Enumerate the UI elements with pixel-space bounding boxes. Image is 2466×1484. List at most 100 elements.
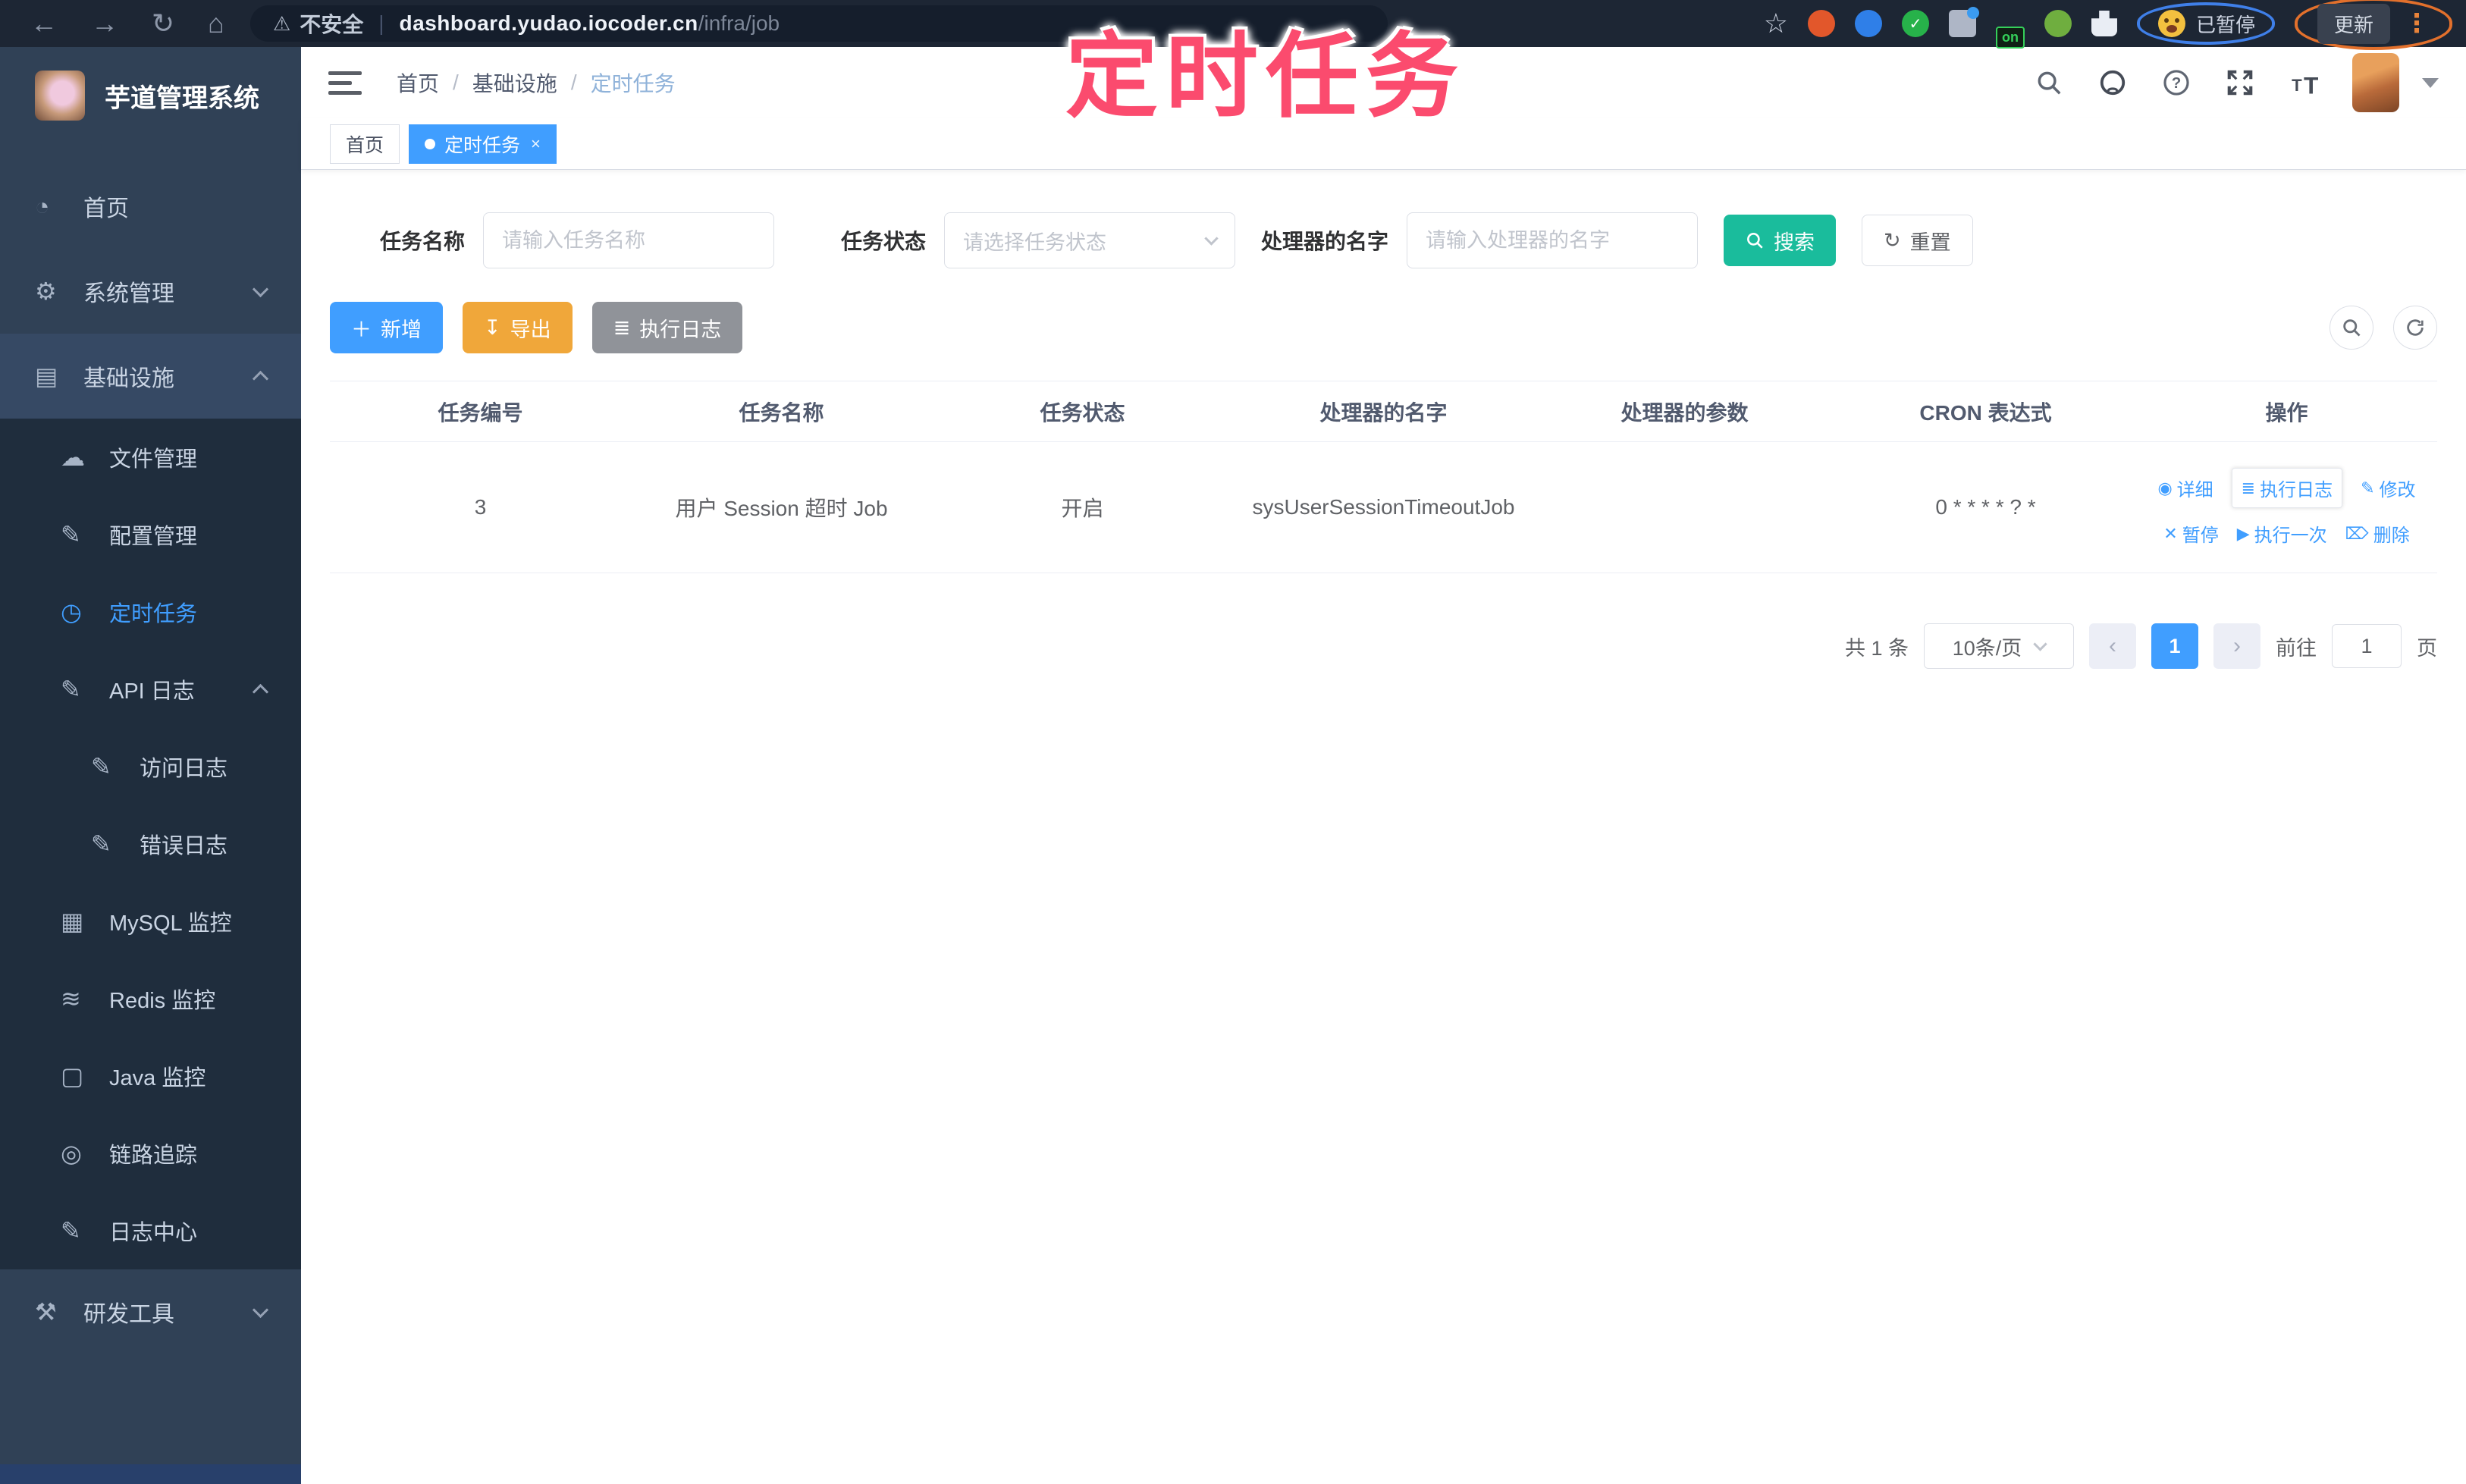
page-size-select[interactable]: 10条/页 xyxy=(1924,623,2074,669)
browser-chrome: ← → ↻ ⌂ ⚠ 不安全 | dashboard.yudao.iocoder.… xyxy=(0,0,2466,50)
caret-down-icon[interactable] xyxy=(2422,77,2439,88)
edit-link-label: 修改 xyxy=(2379,480,2416,500)
search-icon xyxy=(1747,233,1763,249)
export-button-label: 导出 xyxy=(510,318,551,341)
cell-handler-param xyxy=(1534,441,1835,573)
bookmark-star-icon[interactable]: ☆ xyxy=(1764,8,1788,39)
search-button[interactable]: 搜索 xyxy=(1724,215,1837,266)
extension-icon-orange[interactable] xyxy=(1807,10,1835,37)
sidebar-item-dev-tools[interactable]: ⚒ 研发工具 xyxy=(0,1269,301,1354)
pause-link[interactable]: ✕ 暂停 xyxy=(2163,520,2218,547)
col-handler-param: 处理器的参数 xyxy=(1534,381,1835,442)
browser-forward-icon[interactable]: → xyxy=(91,10,118,37)
add-button[interactable]: ＋ 新增 xyxy=(330,302,443,353)
profile-paused-group[interactable]: 已暂停 xyxy=(2136,2,2275,45)
security-label[interactable]: 不安全 xyxy=(300,8,363,39)
fullscreen-icon[interactable] xyxy=(2225,67,2255,98)
extension-icon-blue[interactable] xyxy=(1854,10,1882,37)
browser-back-icon[interactable]: ← xyxy=(30,10,58,37)
eye-icon: ◉ xyxy=(2157,478,2173,497)
detail-link[interactable]: ◉ 详细 xyxy=(2157,475,2213,501)
extension-on-badge[interactable]: on xyxy=(1995,26,2025,49)
reset-button[interactable]: ↻ 重置 xyxy=(1862,215,1973,266)
terminal-icon: ▢ xyxy=(61,1062,84,1090)
search-icon[interactable] xyxy=(2034,67,2064,98)
sidebar-item-log-center[interactable]: ✎ 日志中心 xyxy=(0,1192,301,1269)
prev-page-button[interactable]: ‹ xyxy=(2089,623,2136,669)
content-area: 任务名称 任务状态 请选择任务状态 处理器的名字 搜索 ↻ 重置 xyxy=(301,170,2466,669)
help-icon[interactable]: ? xyxy=(2161,67,2191,98)
sidebar-collapse-icon[interactable] xyxy=(328,71,362,95)
sidebar-item-label: Redis 监控 xyxy=(109,989,216,1013)
job-log-button[interactable]: ≣ 执行日志 xyxy=(591,302,743,353)
sidebar-item-system[interactable]: ⚙ 系统管理 xyxy=(0,249,301,334)
next-page-button[interactable]: › xyxy=(2213,623,2260,669)
sidebar-item-api-log[interactable]: ✎ API 日志 xyxy=(0,651,301,728)
cell-cron: 0 * * * * ? * xyxy=(1835,441,2136,573)
extension-icon-green[interactable]: ✓ xyxy=(1901,10,1929,37)
job-log-link[interactable]: ≣ 执行日志 xyxy=(2231,468,2343,508)
export-button[interactable]: ↧ 导出 xyxy=(463,302,573,353)
user-avatar[interactable] xyxy=(2352,53,2399,112)
extensions-puzzle-icon[interactable] xyxy=(2091,11,2117,36)
update-button[interactable]: 更新 xyxy=(2317,3,2390,44)
col-actions: 操作 xyxy=(2136,381,2437,442)
browser-menu-icon[interactable]: ⋮ xyxy=(2404,8,2430,39)
edit-icon: ✎ xyxy=(2361,478,2375,497)
font-size-icon[interactable]: T T xyxy=(2289,67,2319,98)
search-button-label: 搜索 xyxy=(1774,231,1815,254)
app-logo[interactable]: 芋道管理系统 xyxy=(0,47,301,144)
job-name-input[interactable] xyxy=(483,212,775,268)
list-icon: ≣ xyxy=(613,315,631,339)
sidebar-item-java-monitor[interactable]: ▢ Java 监控 xyxy=(0,1037,301,1115)
address-bar[interactable]: ⚠ 不安全 | dashboard.yudao.iocoder.cn /infr… xyxy=(249,5,1388,42)
tab-scheduled-job[interactable]: 定时任务 × xyxy=(409,124,557,164)
tab-home[interactable]: 首页 xyxy=(330,124,400,164)
pagination: 共 1 条 10条/页 ‹ 1 › 前往 页 xyxy=(330,623,2437,669)
cell-job-status: 开启 xyxy=(932,441,1233,573)
browser-home-icon[interactable]: ⌂ xyxy=(208,10,224,37)
goto-label: 前往 xyxy=(2276,636,2317,660)
breadcrumb-infra[interactable]: 基础设施 xyxy=(472,67,557,98)
job-status-label: 任务状态 xyxy=(841,230,927,253)
active-dot-icon xyxy=(425,138,436,149)
col-job-id: 任务编号 xyxy=(330,381,631,442)
chevron-down-icon xyxy=(2033,637,2047,651)
edit-link[interactable]: ✎ 修改 xyxy=(2361,475,2415,501)
extension-icon-leaf[interactable] xyxy=(2044,10,2072,37)
refresh-button[interactable] xyxy=(2393,306,2437,350)
download-icon: ↧ xyxy=(484,315,501,339)
sidebar-item-label: 日志中心 xyxy=(109,1221,198,1245)
run-once-link[interactable]: ▶ 执行一次 xyxy=(2237,520,2327,547)
sidebar-item-config-manage[interactable]: ✎ 配置管理 xyxy=(0,496,301,573)
tab-label: 首页 xyxy=(346,134,384,156)
sidebar-item-infra[interactable]: ▤ 基础设施 xyxy=(0,334,301,419)
sidebar-item-mysql-monitor[interactable]: ▦ MySQL 监控 xyxy=(0,883,301,960)
github-icon[interactable] xyxy=(2097,67,2128,98)
update-group: 更新 ⋮ xyxy=(2294,0,2452,50)
browser-reload-icon[interactable]: ↻ xyxy=(152,10,174,37)
sidebar-item-label: 研发工具 xyxy=(83,1302,174,1327)
page-1-button[interactable]: 1 xyxy=(2151,623,2198,669)
play-icon: ▶ xyxy=(2236,523,2250,543)
sidebar-item-home[interactable]: ◔ 首页 xyxy=(0,164,301,249)
sidebar-item-scheduled-job[interactable]: ◷ 定时任务 xyxy=(0,573,301,651)
toggle-search-button[interactable] xyxy=(2330,306,2373,350)
sidebar-item-access-log[interactable]: ✎ 访问日志 xyxy=(0,728,301,805)
chevron-down-icon xyxy=(252,1301,269,1318)
breadcrumb-home[interactable]: 首页 xyxy=(397,67,439,98)
total-count: 共 1 条 xyxy=(1844,636,1909,660)
handler-name-input[interactable] xyxy=(1407,212,1699,268)
delete-link[interactable]: ⌦ 删除 xyxy=(2345,520,2410,547)
sidebar-item-redis-monitor[interactable]: ≋ Redis 监控 xyxy=(0,960,301,1037)
goto-page-input[interactable] xyxy=(2332,624,2402,668)
extension-icon-grid[interactable] xyxy=(1948,7,1979,37)
run-once-link-label: 执行一次 xyxy=(2254,526,2327,546)
sidebar-item-error-log[interactable]: ✎ 错误日志 xyxy=(0,805,301,883)
job-status-select[interactable]: 请选择任务状态 xyxy=(944,212,1236,268)
table-toolbar: ＋ 新增 ↧ 导出 ≣ 执行日志 xyxy=(330,302,2437,353)
sidebar-item-file-manage[interactable]: ☁ 文件管理 xyxy=(0,419,301,496)
close-icon[interactable]: × xyxy=(531,134,541,154)
sidebar-item-trace[interactable]: ◎ 链路追踪 xyxy=(0,1115,301,1192)
edit-icon: ✎ xyxy=(61,521,81,548)
